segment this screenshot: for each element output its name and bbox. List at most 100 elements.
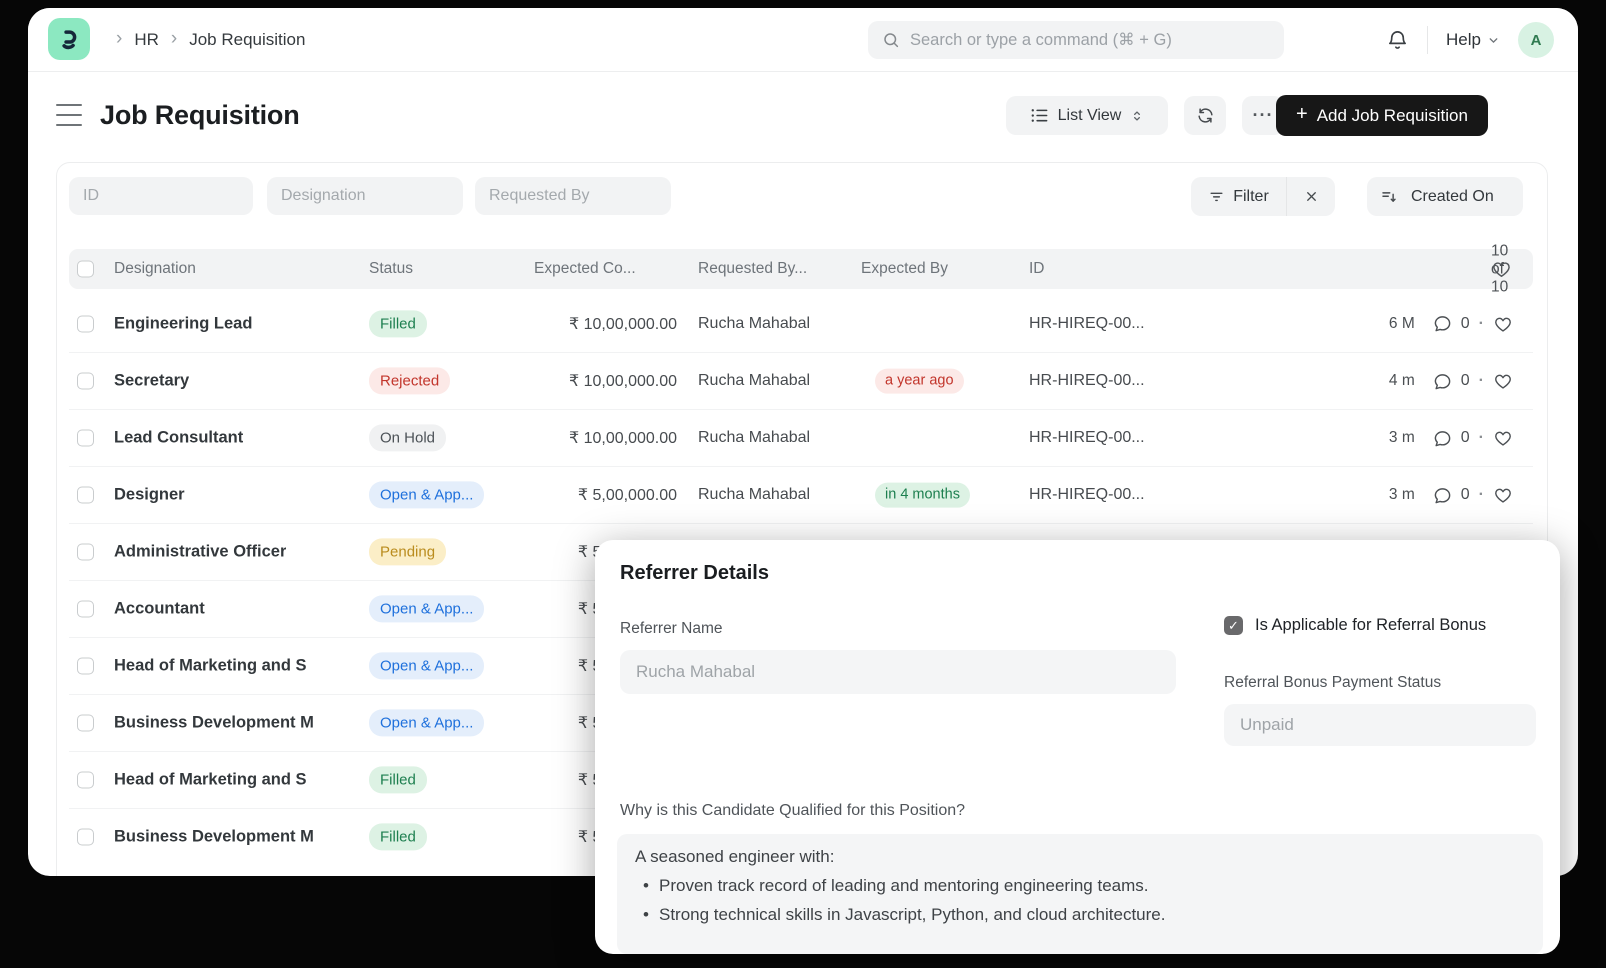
designation-filter-input[interactable] xyxy=(267,177,463,215)
filter-label: Filter xyxy=(1233,188,1269,206)
referrer-name-label: Referrer Name xyxy=(620,620,723,638)
filter-button-group: Filter xyxy=(1191,177,1335,216)
column-requested-by[interactable]: Requested By... xyxy=(698,260,807,278)
heart-icon[interactable] xyxy=(1493,371,1513,391)
navbar: › HR › Job Requisition Help A xyxy=(28,8,1578,72)
dot-separator: · xyxy=(1479,315,1484,333)
payment-status-input[interactable] xyxy=(1224,704,1536,746)
payment-status-label: Referral Bonus Payment Status xyxy=(1224,674,1441,692)
chevron-updown-icon xyxy=(1130,108,1144,124)
sort-button-group: Created On xyxy=(1367,177,1523,216)
row-checkbox[interactable] xyxy=(77,315,94,332)
sort-direction-button[interactable] xyxy=(1367,177,1411,216)
divider xyxy=(1427,26,1428,54)
sort-field-button[interactable]: Created On xyxy=(1411,177,1510,216)
comment-icon[interactable] xyxy=(1433,486,1452,505)
sidebar-toggle-icon[interactable] xyxy=(56,104,82,126)
heart-icon[interactable] xyxy=(1493,485,1513,505)
heart-icon[interactable] xyxy=(1493,428,1513,448)
referrer-details-modal: Referrer Details Referrer Name ✓ Is Appl… xyxy=(595,540,1560,954)
row-checkbox[interactable] xyxy=(77,715,94,732)
avatar[interactable]: A xyxy=(1518,22,1554,58)
column-status[interactable]: Status xyxy=(369,260,413,278)
help-menu[interactable]: Help xyxy=(1446,30,1500,50)
avatar-initial: A xyxy=(1531,32,1542,49)
filter-button[interactable]: Filter xyxy=(1191,177,1286,216)
modified-time: 4 m xyxy=(1389,372,1415,390)
designation-cell: Secretary xyxy=(114,372,189,391)
breadcrumb-item-job-requisition[interactable]: Job Requisition xyxy=(189,30,305,50)
row-checkbox[interactable] xyxy=(77,658,94,675)
bell-icon[interactable] xyxy=(1386,29,1409,52)
designation-cell: Business Development M xyxy=(114,714,314,733)
filter-field-requested-by xyxy=(475,177,671,215)
search-input[interactable] xyxy=(868,21,1284,59)
clear-filter-button[interactable] xyxy=(1287,177,1335,216)
qualification-label: Why is this Candidate Qualified for this… xyxy=(620,802,965,820)
comment-count: 0 xyxy=(1461,372,1470,390)
comment-icon[interactable] xyxy=(1433,372,1452,391)
sort-descending-icon xyxy=(1380,188,1398,206)
expected-by-badge: in 4 months xyxy=(875,483,970,508)
expected-cost-cell: ₹ 5,00,000.00 xyxy=(489,485,677,505)
add-job-requisition-button[interactable]: + Add Job Requisition xyxy=(1276,95,1488,136)
requested-by-cell: Rucha Mahabal xyxy=(698,486,810,504)
comment-icon[interactable] xyxy=(1433,314,1452,333)
comment-count: 0 xyxy=(1461,429,1470,447)
qualification-bullets: Proven track record of leading and mento… xyxy=(635,876,1525,925)
referrer-name-input[interactable] xyxy=(620,650,1176,694)
designation-cell: Administrative Officer xyxy=(114,543,286,562)
expected-cost-cell: ₹ 10,00,000.00 xyxy=(489,314,677,334)
table-row[interactable]: Designer Open & App... ₹ 5,00,000.00 Ruc… xyxy=(69,466,1533,523)
dot-separator: · xyxy=(1479,486,1484,504)
plus-icon: + xyxy=(1296,103,1308,126)
select-all-checkbox[interactable] xyxy=(77,261,94,278)
referral-bonus-checkbox-row[interactable]: ✓ Is Applicable for Referral Bonus xyxy=(1224,616,1486,635)
status-badge: Filled xyxy=(369,766,427,793)
hr-logo-icon[interactable] xyxy=(48,18,90,60)
table-row[interactable]: Secretary Rejected ₹ 10,00,000.00 Rucha … xyxy=(69,352,1533,409)
column-id[interactable]: ID xyxy=(1029,260,1045,278)
row-checkbox[interactable] xyxy=(77,601,94,618)
view-switcher-label: List View xyxy=(1058,107,1122,125)
qualification-bullet: Strong technical skills in Javascript, P… xyxy=(635,905,1525,925)
comment-icon[interactable] xyxy=(1433,429,1452,448)
status-badge: Open & App... xyxy=(369,595,484,622)
requested-by-filter-input[interactable] xyxy=(475,177,671,215)
row-checkbox[interactable] xyxy=(77,829,94,846)
screenshot-frame: › HR › Job Requisition Help A Job Requ xyxy=(0,0,1606,968)
filter-field-id xyxy=(69,177,253,215)
status-badge: Filled xyxy=(369,310,427,337)
row-checkbox[interactable] xyxy=(77,487,94,504)
row-checkbox[interactable] xyxy=(77,544,94,561)
qualification-textarea[interactable]: A seasoned engineer with: Proven track r… xyxy=(617,834,1543,954)
breadcrumb-item-hr[interactable]: HR xyxy=(134,30,159,50)
status-badge: Pending xyxy=(369,538,446,565)
row-checkbox[interactable] xyxy=(77,373,94,390)
row-checkbox[interactable] xyxy=(77,430,94,447)
chevron-right-icon: › xyxy=(104,28,134,50)
requested-by-cell: Rucha Mahabal xyxy=(698,372,810,390)
id-filter-input[interactable] xyxy=(69,177,253,215)
id-cell: HR-HIREQ-00... xyxy=(1029,486,1145,504)
designation-cell: Accountant xyxy=(114,600,205,619)
modal-title: Referrer Details xyxy=(620,562,769,585)
row-count-area: 10 of 10 xyxy=(1491,259,1512,280)
filter-icon xyxy=(1208,188,1225,205)
table-row[interactable]: Engineering Lead Filled ₹ 10,00,000.00 R… xyxy=(69,295,1533,352)
payment-status-field xyxy=(1224,704,1536,746)
column-expected-by[interactable]: Expected By xyxy=(861,260,948,278)
status-badge: Filled xyxy=(369,823,427,850)
designation-cell: Business Development M xyxy=(114,828,314,847)
close-icon xyxy=(1304,189,1319,204)
column-expected-cost[interactable]: Expected Co... xyxy=(534,260,636,278)
view-switcher-button[interactable]: List View xyxy=(1006,96,1168,135)
modified-time: 6 M xyxy=(1389,315,1415,333)
status-badge: On Hold xyxy=(369,424,446,451)
table-row[interactable]: Lead Consultant On Hold ₹ 10,00,000.00 R… xyxy=(69,409,1533,466)
refresh-button[interactable] xyxy=(1184,96,1226,135)
column-designation[interactable]: Designation xyxy=(114,260,196,278)
checkbox-checked[interactable]: ✓ xyxy=(1224,616,1243,635)
row-checkbox[interactable] xyxy=(77,772,94,789)
heart-icon[interactable] xyxy=(1493,314,1513,334)
